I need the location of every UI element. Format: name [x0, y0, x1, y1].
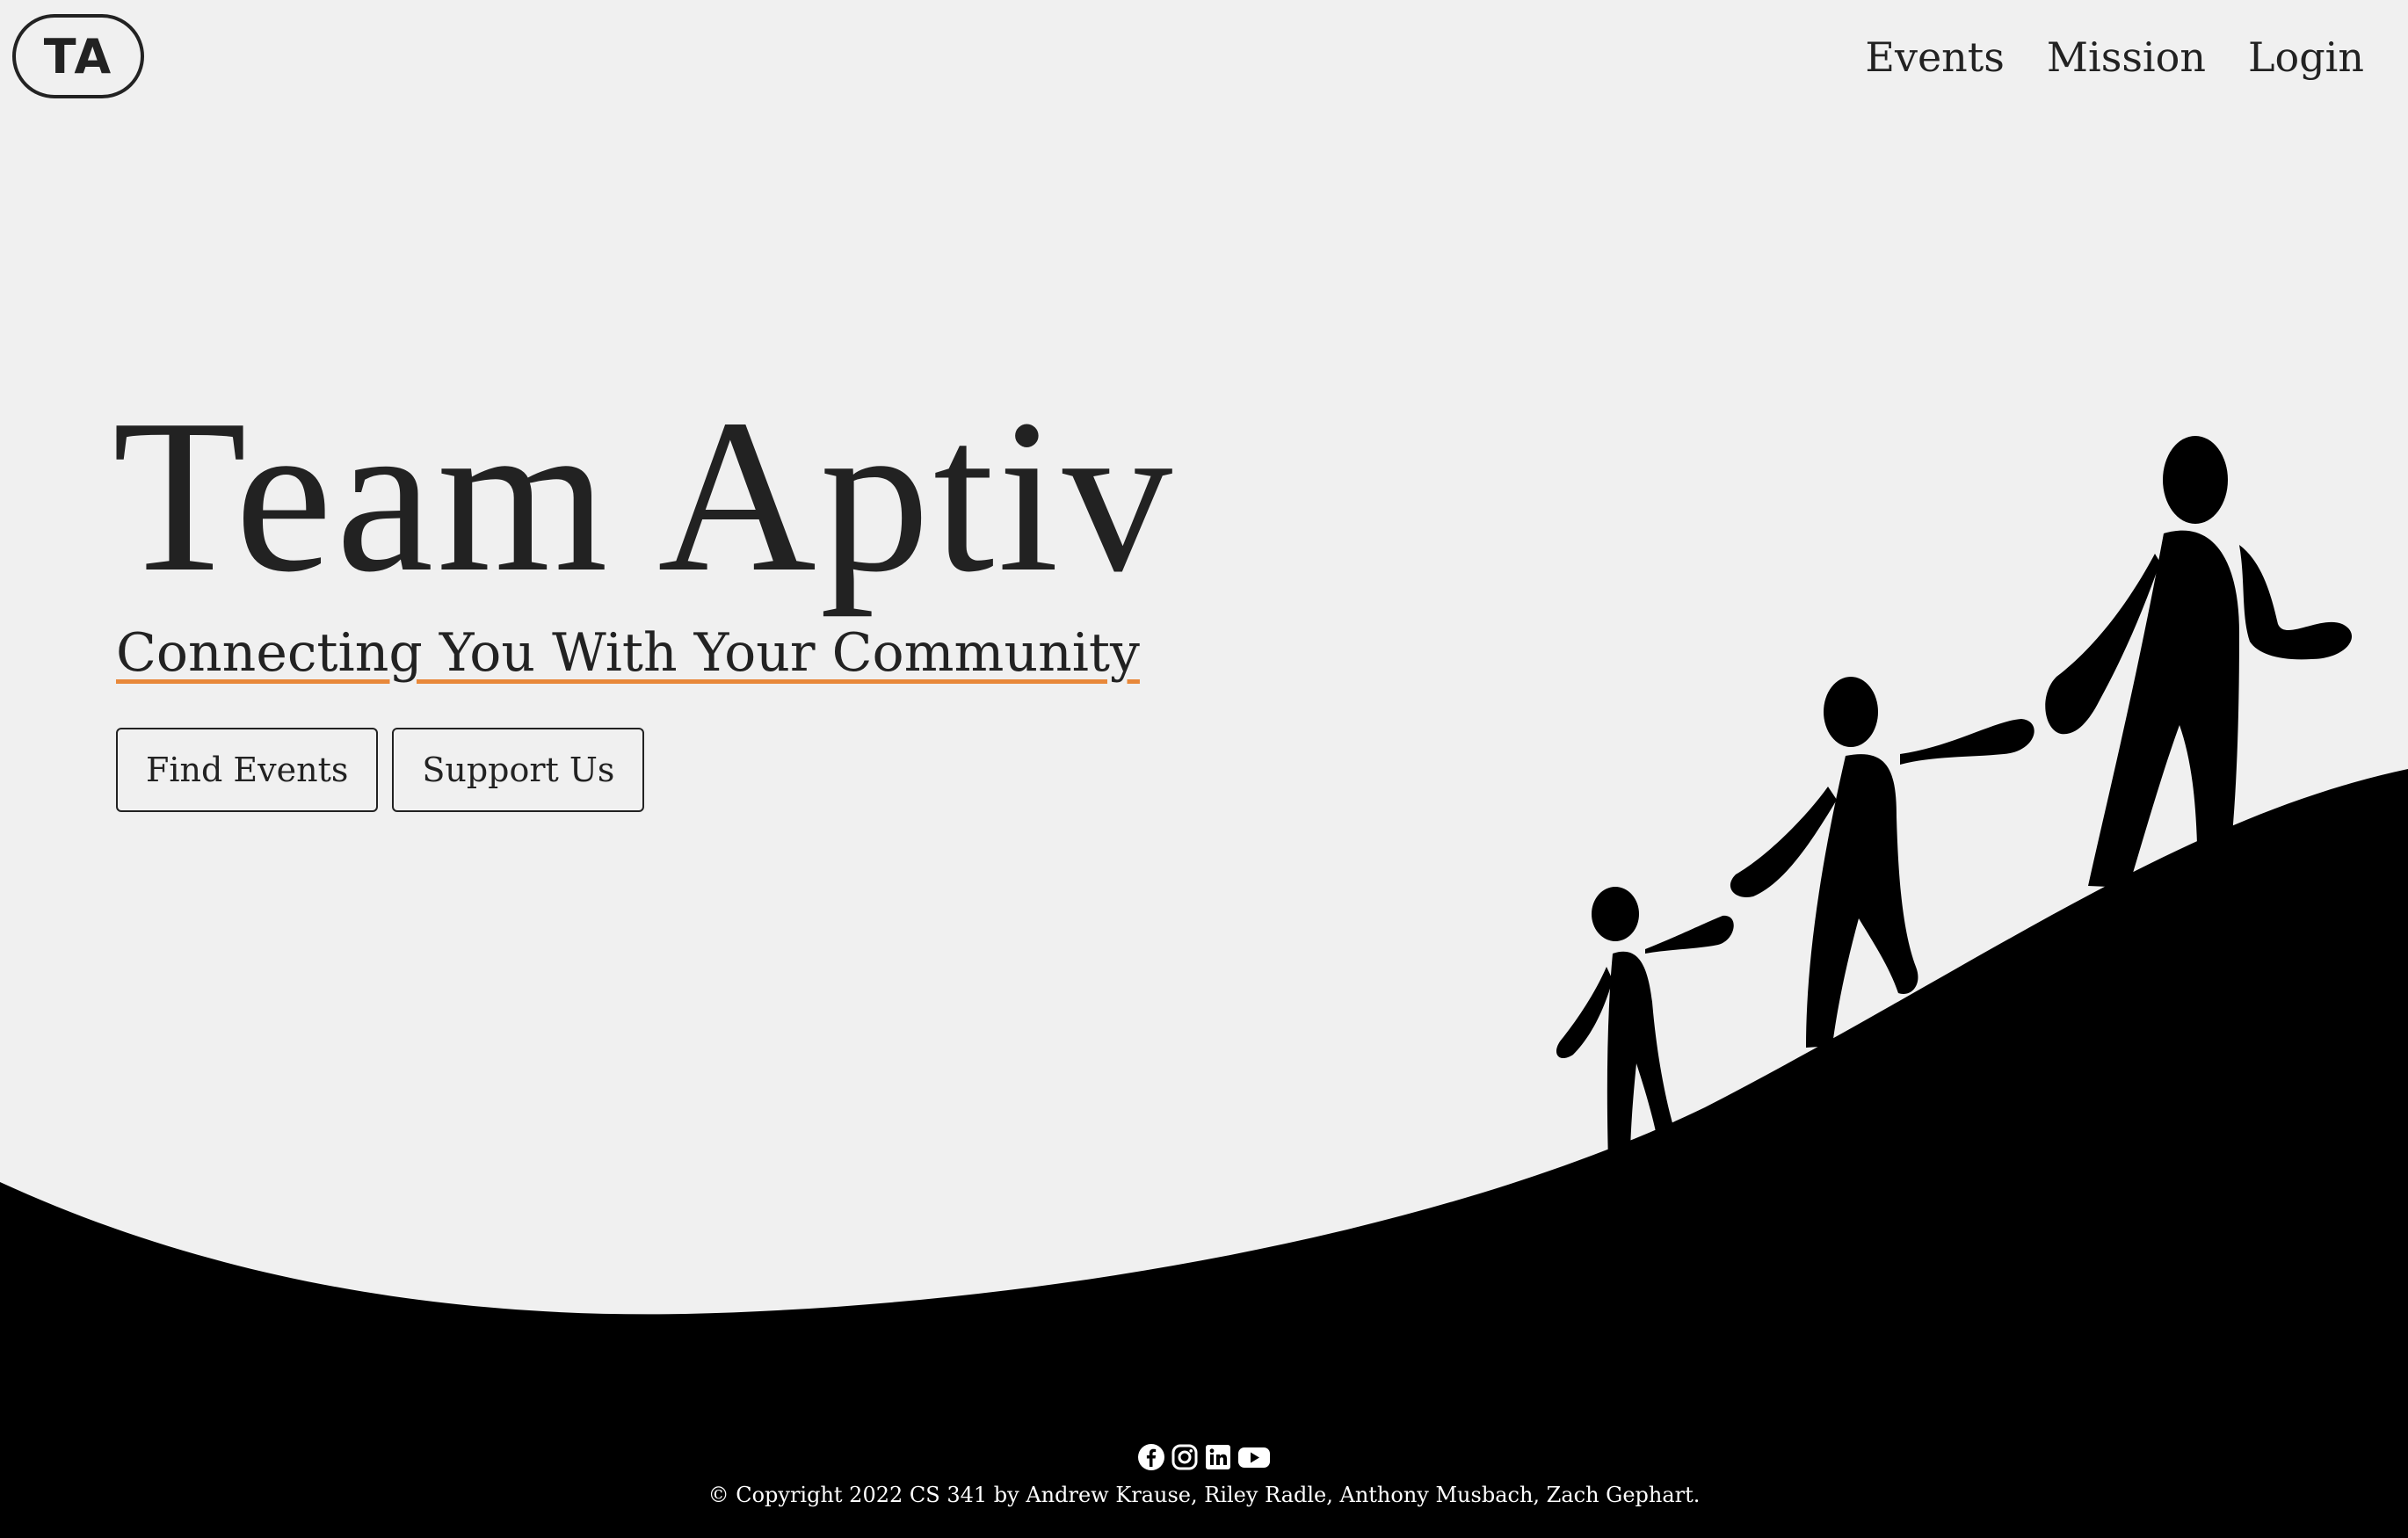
- nav-link-mission[interactable]: Mission: [2047, 26, 2206, 88]
- social-links: [0, 1441, 2408, 1473]
- logo-text: TA: [43, 28, 113, 84]
- logo-link[interactable]: TA: [12, 14, 144, 98]
- facebook-icon[interactable]: [1137, 1443, 1165, 1471]
- copyright-text: © Copyright 2022 CS 341 by Andrew Krause…: [707, 1483, 1701, 1507]
- nav-link-events[interactable]: Events: [1865, 26, 2005, 88]
- support-us-button[interactable]: Support Us: [392, 728, 645, 812]
- nav-link-login[interactable]: Login: [2248, 26, 2364, 88]
- hero-subtitle: Connecting You With Your Community: [116, 622, 1140, 684]
- find-events-button[interactable]: Find Events: [116, 728, 379, 812]
- hill-shape: [0, 769, 2408, 1538]
- hero-buttons: Find Events Support Us: [116, 728, 645, 812]
- page: TA Events Mission Login Team Aptiv Conne…: [0, 0, 2408, 1538]
- hero-title: Team Aptiv: [112, 374, 1176, 618]
- main-nav: Events Mission Login: [1865, 26, 2364, 88]
- instagram-icon[interactable]: [1171, 1443, 1199, 1471]
- youtube-icon[interactable]: [1237, 1443, 1271, 1471]
- footer: © Copyright 2022 CS 341 by Andrew Krause…: [0, 1441, 2408, 1510]
- linkedin-icon[interactable]: [1204, 1443, 1232, 1471]
